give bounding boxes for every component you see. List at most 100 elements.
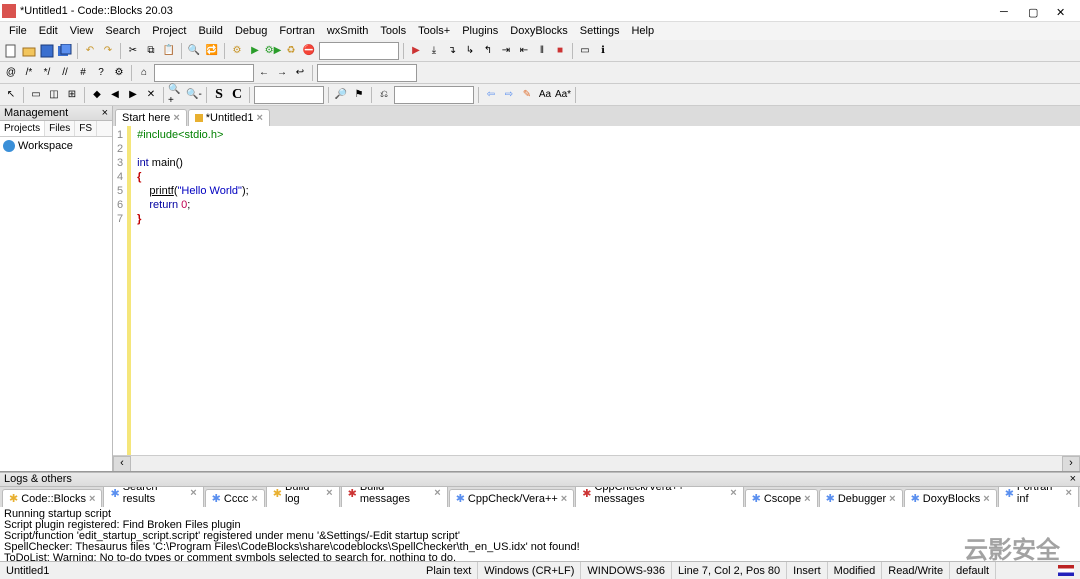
select-icon[interactable]: ↖ (3, 87, 19, 103)
jump-fwd-icon[interactable]: → (274, 65, 290, 81)
fortran-icon[interactable]: ⌂ (136, 65, 152, 81)
cut-icon[interactable]: ✂ (125, 43, 141, 59)
abbrev2-icon[interactable]: Aa* (555, 87, 571, 103)
tab-close-icon[interactable]: × (190, 487, 196, 499)
menu-file[interactable]: File (4, 24, 32, 38)
highlight-s-icon[interactable]: S (211, 87, 227, 103)
lang-flag-icon[interactable] (1058, 565, 1074, 576)
nav-fwd-icon[interactable]: ⇨ (501, 87, 517, 103)
menu-view[interactable]: View (65, 24, 99, 38)
menu-build[interactable]: Build (193, 24, 227, 38)
tab-start-here[interactable]: Start here × (115, 109, 187, 126)
stop-debug-icon[interactable]: ■ (552, 43, 568, 59)
nav-back-icon[interactable]: ⇦ (483, 87, 499, 103)
menu-doxyblocks[interactable]: DoxyBlocks (505, 24, 572, 38)
logs-close-icon[interactable]: × (1070, 473, 1076, 486)
scroll-left-icon[interactable]: ‹ (113, 456, 131, 472)
find-icon[interactable]: 🔍 (186, 43, 202, 59)
build-icon[interactable]: ⚙ (229, 43, 245, 59)
mgmt-tab-projects[interactable]: Projects (0, 121, 45, 136)
highlight-icon[interactable]: ✎ (519, 87, 535, 103)
tab-close-icon[interactable]: × (889, 493, 895, 505)
highlight-c-icon[interactable]: C (229, 87, 245, 103)
tab-close-icon[interactable]: × (434, 487, 440, 499)
tab-close-icon[interactable]: × (983, 493, 989, 505)
log-tab-10[interactable]: ✱Fortran inf× (998, 487, 1079, 507)
menu-tools+[interactable]: Tools+ (413, 24, 455, 38)
abbrev-icon[interactable]: Aa (537, 87, 553, 103)
open-icon[interactable] (21, 43, 37, 59)
paste-icon[interactable]: 📋 (161, 43, 177, 59)
search-input[interactable] (254, 86, 324, 104)
menu-edit[interactable]: Edit (34, 24, 63, 38)
save-icon[interactable] (39, 43, 55, 59)
doxy-7-icon[interactable]: ⚙ (111, 65, 127, 81)
copy-icon[interactable]: ⧉ (143, 43, 159, 59)
log-tab-5[interactable]: ✱CppCheck/Vera++× (449, 489, 575, 507)
undo-icon[interactable]: ↶ (82, 43, 98, 59)
mgmt-tab-fs[interactable]: FS (75, 121, 97, 136)
bookmark-toggle-icon[interactable]: ◆ (89, 87, 105, 103)
jump-back-icon[interactable]: ← (256, 65, 272, 81)
log-tab-0[interactable]: ✱Code::Blocks× (2, 489, 102, 507)
tab-close-icon[interactable]: × (730, 487, 736, 499)
menu-fortran[interactable]: Fortran (274, 24, 319, 38)
log-tab-7[interactable]: ✱Cscope× (745, 489, 818, 507)
layout-2-icon[interactable]: ◫ (46, 87, 62, 103)
log-tab-3[interactable]: ✱Build log× (266, 487, 340, 507)
tab-close-icon[interactable]: × (804, 493, 810, 505)
doxy-1-icon[interactable]: @ (3, 65, 19, 81)
break-icon[interactable]: ‖ (534, 43, 550, 59)
editor-hscroll[interactable]: ‹ › (113, 455, 1080, 471)
debug-windows-icon[interactable]: ▭ (577, 43, 593, 59)
tab-close-icon[interactable]: × (173, 112, 179, 124)
tab-close-icon[interactable]: × (256, 112, 262, 124)
maximize-button[interactable]: ▢ (1028, 6, 1038, 16)
management-close-icon[interactable]: × (102, 107, 108, 119)
log-tab-9[interactable]: ✱DoxyBlocks× (904, 489, 997, 507)
log-tab-4[interactable]: ✱Build messages× (341, 487, 448, 507)
step-into-icon[interactable]: ↳ (462, 43, 478, 59)
log-tab-6[interactable]: ✱CppCheck/Vera++ messages× (575, 487, 743, 507)
bookmark-prev-icon[interactable]: ◀ (107, 87, 123, 103)
info-icon[interactable]: ℹ (595, 43, 611, 59)
build-run-icon[interactable]: ⚙▶ (265, 43, 281, 59)
next-line-icon[interactable]: ↴ (444, 43, 460, 59)
next-instr-icon[interactable]: ⇥ (498, 43, 514, 59)
layout-3-icon[interactable]: ⊞ (64, 87, 80, 103)
doxy-4-icon[interactable]: // (57, 65, 73, 81)
zoom-in-icon[interactable]: 🔍+ (168, 87, 184, 103)
log-output[interactable]: Running startup scriptScript plugin regi… (0, 507, 1080, 561)
menu-plugins[interactable]: Plugins (457, 24, 503, 38)
symbol-combo[interactable] (317, 64, 417, 82)
new-file-icon[interactable] (3, 43, 19, 59)
run-icon[interactable]: ▶ (247, 43, 263, 59)
menu-settings[interactable]: Settings (575, 24, 625, 38)
tab-close-icon[interactable]: × (561, 493, 567, 505)
replace-icon[interactable]: 🔁 (204, 43, 220, 59)
search-go-icon[interactable]: 🔎 (333, 87, 349, 103)
layout-1-icon[interactable]: ▭ (28, 87, 44, 103)
tab-close-icon[interactable]: × (1066, 487, 1072, 499)
menu-search[interactable]: Search (100, 24, 145, 38)
debug-run-icon[interactable]: ▶ (408, 43, 424, 59)
workspace-label[interactable]: Workspace (18, 140, 73, 152)
thread-icon[interactable]: ⎌ (376, 87, 392, 103)
step-out-icon[interactable]: ↰ (480, 43, 496, 59)
step-instr-icon[interactable]: ⇤ (516, 43, 532, 59)
menu-project[interactable]: Project (147, 24, 191, 38)
fortran-combo[interactable] (154, 64, 254, 82)
tab-close-icon[interactable]: × (89, 493, 95, 505)
bookmark-clear-icon[interactable]: ✕ (143, 87, 159, 103)
tab-close-icon[interactable]: × (251, 493, 257, 505)
minimize-button[interactable]: ─ (1000, 6, 1010, 16)
search-opt-icon[interactable]: ⚑ (351, 87, 367, 103)
scroll-right-icon[interactable]: › (1062, 456, 1080, 472)
mgmt-tab-files[interactable]: Files (45, 121, 75, 136)
bookmark-next-icon[interactable]: ▶ (125, 87, 141, 103)
save-all-icon[interactable] (57, 43, 73, 59)
zoom-out-icon[interactable]: 🔍- (186, 87, 202, 103)
code-content[interactable]: #include<stdio.h> int main() { printf("H… (131, 126, 255, 455)
doxy-5-icon[interactable]: # (75, 65, 91, 81)
jump-last-icon[interactable]: ↩ (292, 65, 308, 81)
